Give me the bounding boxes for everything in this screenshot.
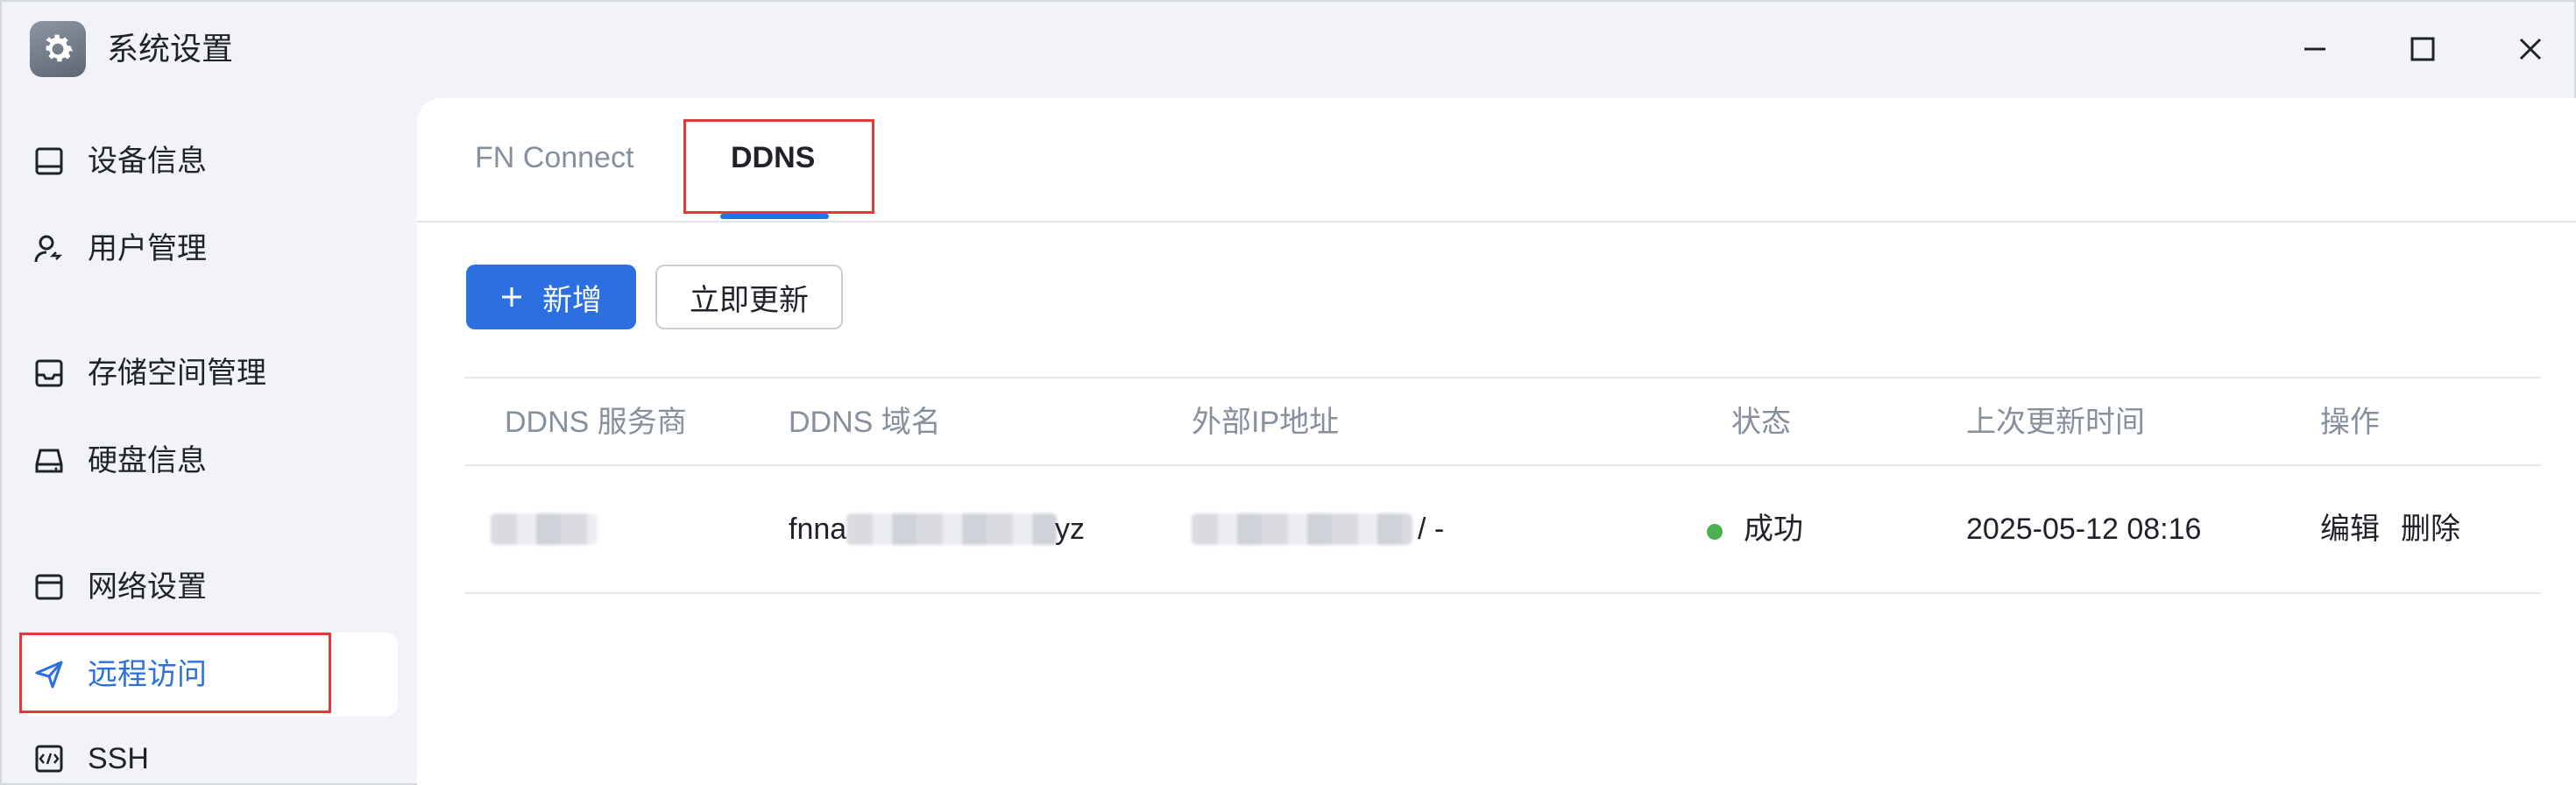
sidebar-item-storage[interactable]: 存储空间管理 [21, 331, 398, 415]
add-button[interactable]: 新增 [466, 265, 636, 329]
browser-window-icon [35, 574, 63, 600]
sidebar-item-network[interactable]: 网络设置 [21, 545, 398, 629]
sidebar-item-user-management[interactable]: 用户管理 [21, 207, 398, 291]
gear-icon [30, 21, 86, 77]
send-arrow-icon [35, 661, 63, 689]
column-header-ip: 外部IP地址 [1192, 406, 1340, 439]
plus-icon [502, 287, 521, 307]
sidebar-item-label: 硬盘信息 [88, 444, 207, 477]
status-success-dot [1707, 524, 1723, 540]
redacted-provider [491, 513, 598, 545]
sidebar-item-label: SSH [88, 742, 149, 775]
sidebar-item-label: 存储空间管理 [88, 357, 266, 390]
column-header-updated: 上次更新时间 [1966, 406, 2145, 439]
monitor-icon [35, 147, 63, 175]
settings-window: 系统设置 设备信息 用户管理 存储空间管理 硬盘信息 网络设置 远程访问 SSH… [0, 0, 2576, 785]
delete-link[interactable]: 删除 [2401, 510, 2460, 548]
sidebar-item-remote-access[interactable]: 远程访问 [21, 633, 398, 717]
minimize-icon [2304, 47, 2325, 51]
tab-fn-connect[interactable]: FN Connect [475, 137, 633, 179]
maximize-icon [2410, 37, 2435, 61]
sidebar-item-disk-info[interactable]: 硬盘信息 [21, 419, 398, 503]
main-panel: FN Connect DDNS 新增 立即更新 DDNS 服务商 DDNS 域名… [417, 98, 2576, 785]
column-header-domain: DDNS 域名 [789, 406, 941, 439]
update-now-label: 立即更新 [690, 283, 809, 317]
user-icon [34, 235, 63, 263]
column-header-actions: 操作 [2320, 406, 2380, 439]
minimize-button[interactable] [2289, 23, 2341, 75]
column-header-status: 状态 [1731, 406, 1791, 439]
domain-suffix: yz [1055, 513, 1085, 546]
sidebar-item-label: 设备信息 [88, 145, 207, 178]
edit-link[interactable]: 编辑 [2320, 510, 2380, 548]
status-text: 成功 [1744, 513, 1803, 546]
sidebar-item-label: 远程访问 [88, 658, 207, 691]
domain-prefix: fnna [789, 513, 847, 546]
inbox-tray-icon [35, 359, 63, 387]
close-icon [2519, 38, 2542, 60]
tab-ddns[interactable]: DDNS [731, 137, 815, 179]
maximize-button[interactable] [2396, 23, 2449, 75]
close-button[interactable] [2504, 23, 2557, 75]
window-title: 系统设置 [107, 31, 234, 67]
ip-suffix: / - [1418, 513, 1445, 546]
table-header: DDNS 服务商 DDNS 域名 外部IP地址 状态 上次更新时间 操作 [464, 377, 2541, 466]
hard-drive-icon [35, 449, 63, 473]
sidebar-item-label: 网络设置 [88, 570, 207, 604]
active-tab-indicator [720, 214, 829, 219]
tab-bar: FN Connect DDNS [417, 98, 2576, 223]
add-button-label: 新增 [542, 283, 602, 317]
redacted-domain [846, 513, 1057, 545]
update-now-button[interactable]: 立即更新 [655, 265, 843, 329]
column-header-provider: DDNS 服务商 [505, 406, 687, 439]
sidebar: 设备信息 用户管理 存储空间管理 硬盘信息 网络设置 远程访问 SSH [2, 96, 414, 785]
title-bar: 系统设置 [2, 2, 2574, 96]
code-terminal-icon [35, 745, 63, 773]
sidebar-item-ssh[interactable]: SSH [21, 717, 398, 785]
table-row: fnna yz / - 成功 2025-05-12 08:16 编辑 删除 [464, 466, 2541, 594]
last-updated: 2025-05-12 08:16 [1966, 513, 2202, 546]
redacted-ip [1192, 513, 1412, 545]
sidebar-item-device-info[interactable]: 设备信息 [21, 119, 398, 203]
sidebar-item-label: 用户管理 [88, 232, 207, 265]
